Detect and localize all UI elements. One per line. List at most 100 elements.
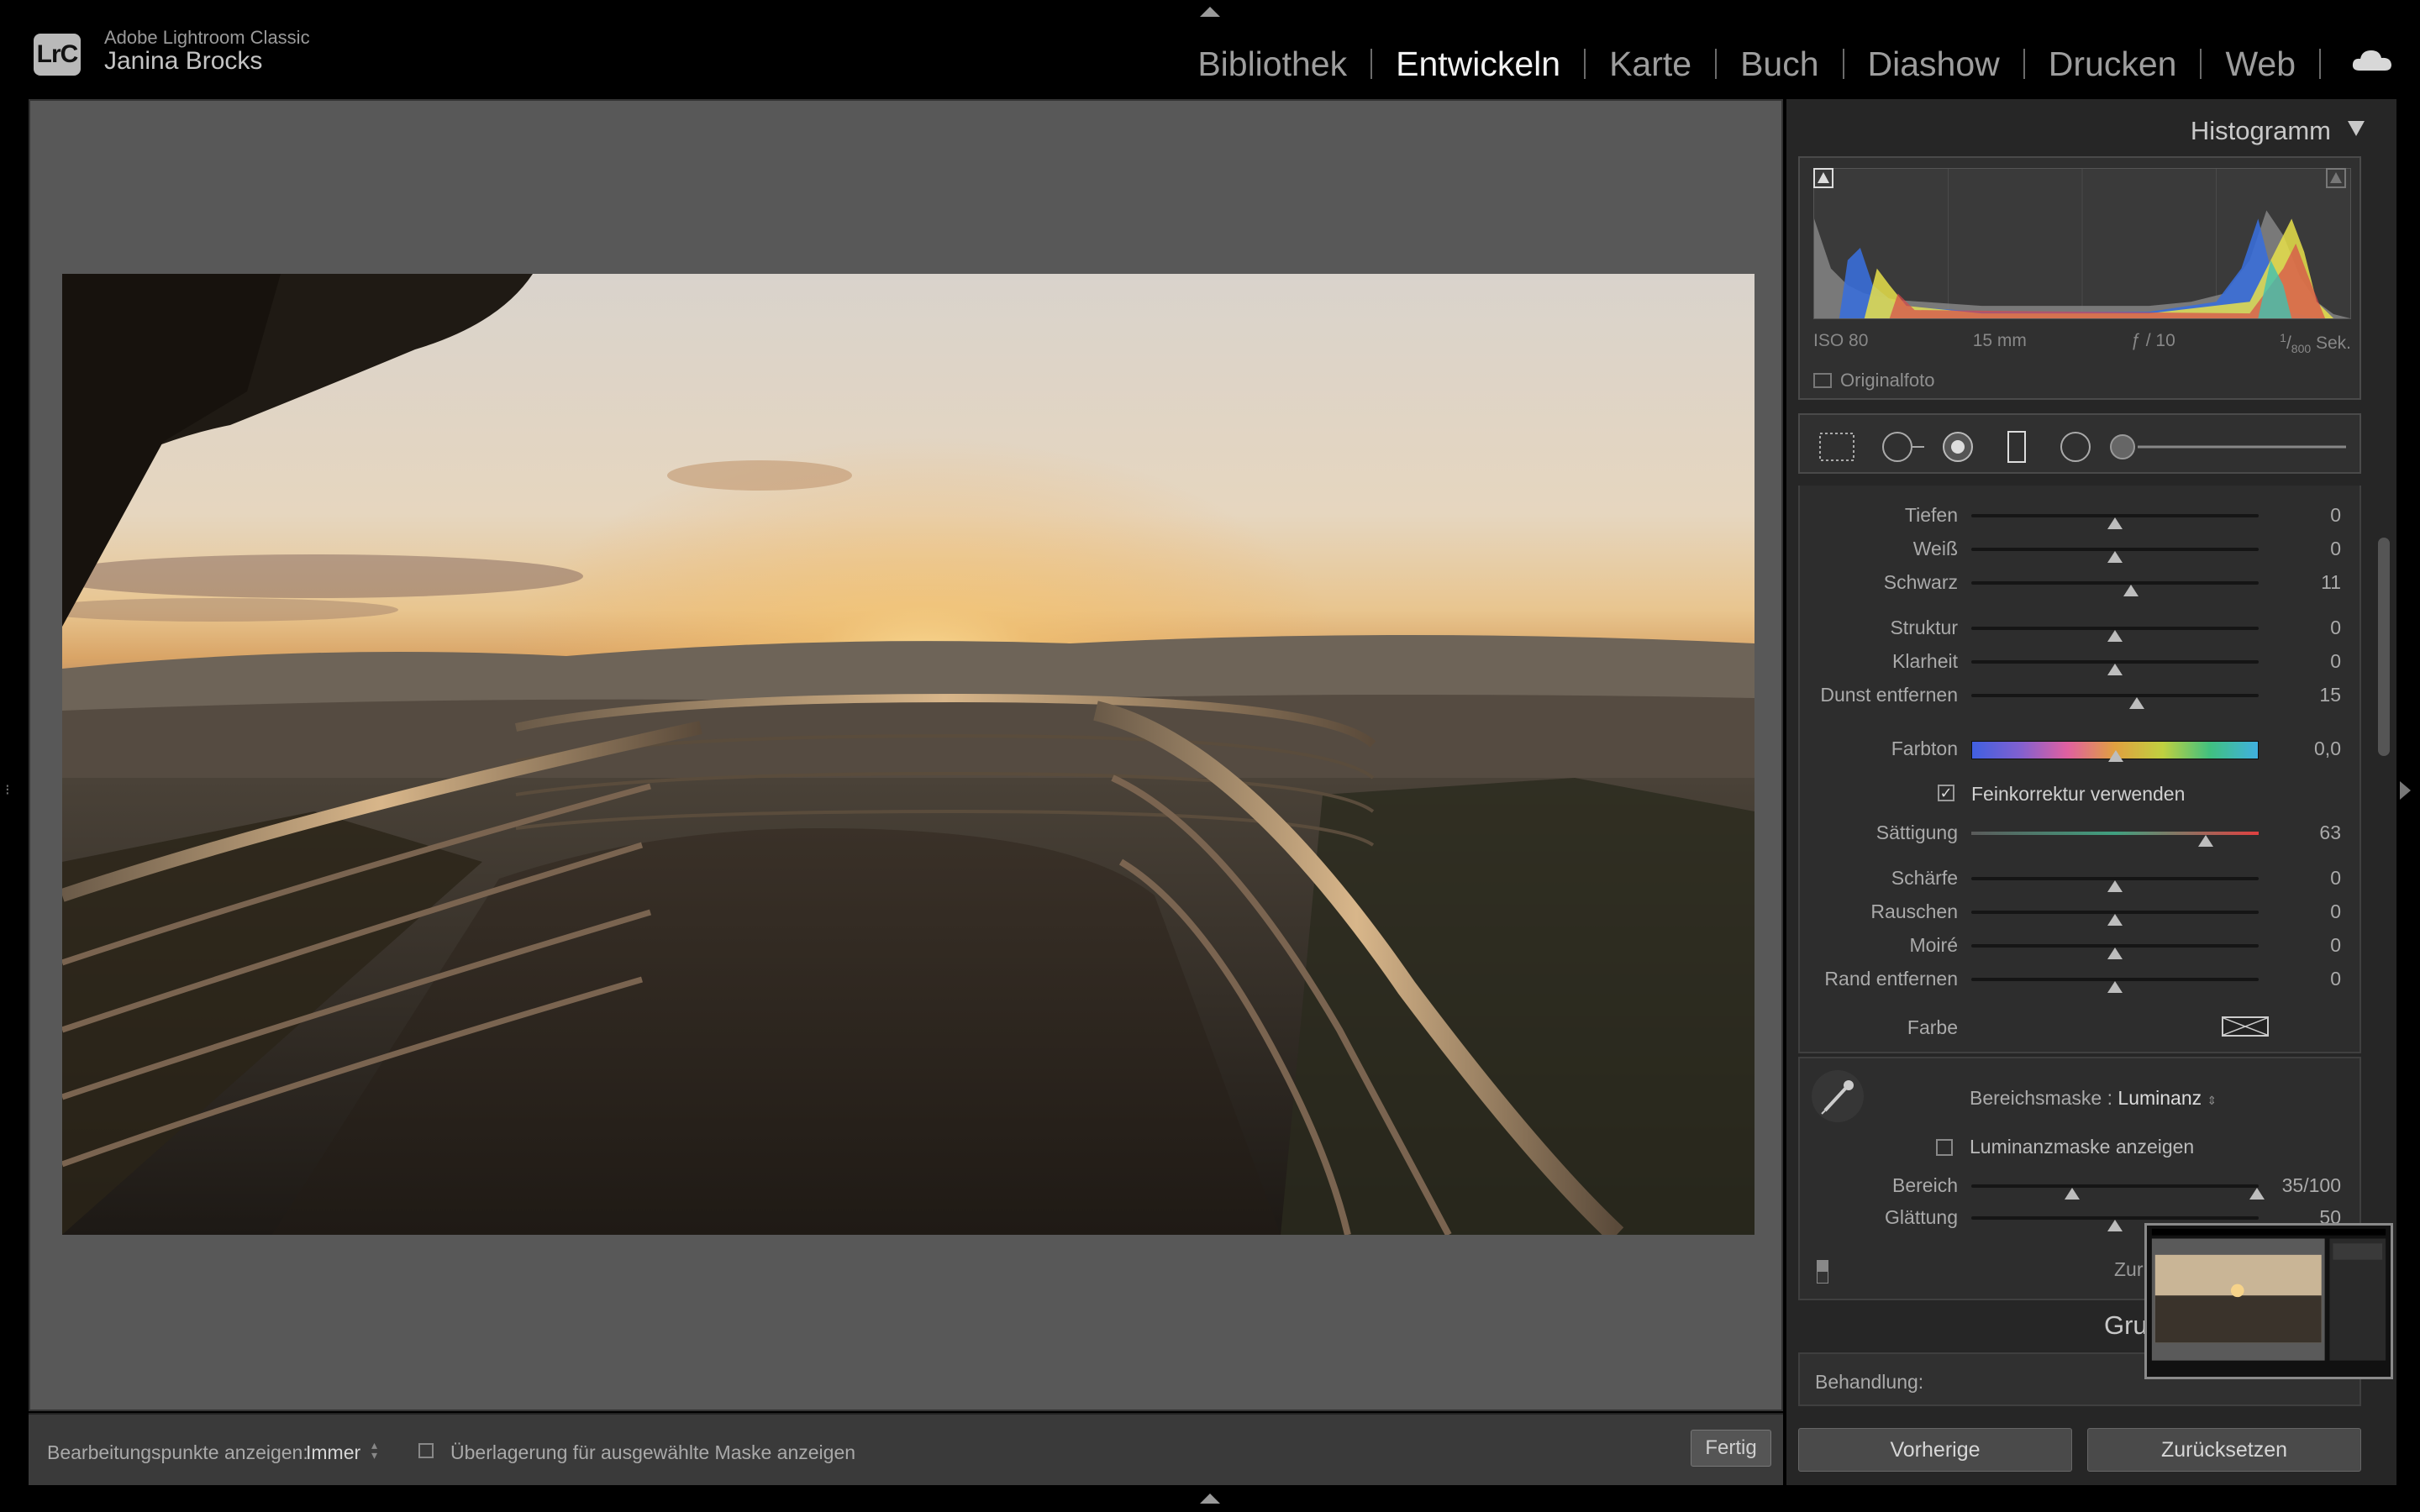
slider-track[interactable]	[1971, 660, 2259, 675]
slider-value[interactable]: 15	[2319, 684, 2341, 706]
panel-switch-icon[interactable]	[1817, 1260, 1828, 1284]
slider-track[interactable]	[1971, 1184, 2265, 1200]
slider-track[interactable]	[1971, 581, 2259, 596]
slider-track[interactable]	[1971, 911, 2259, 926]
histogram-graph[interactable]	[1813, 168, 2351, 319]
reset-mask-label[interactable]: Zur	[2114, 1258, 2144, 1281]
hue-track[interactable]	[1971, 741, 2259, 762]
iso-value: ISO 80	[1813, 331, 1869, 350]
slider-thumb[interactable]	[2107, 880, 2123, 892]
slider-value[interactable]: 0	[2330, 934, 2341, 957]
slider-thumb[interactable]	[2107, 664, 2123, 675]
screen-thumbnail[interactable]	[2144, 1223, 2393, 1379]
slider-value[interactable]: 11	[2321, 571, 2341, 594]
slider-track[interactable]	[1971, 627, 2259, 642]
slider-value[interactable]: 0	[2330, 617, 2341, 639]
slider-schaerfe[interactable]: Schärfe 0	[1800, 865, 2363, 894]
adjustment-brush-icon[interactable]	[2107, 430, 2351, 464]
slider-farbton[interactable]: Farbton 0,0	[1800, 736, 2363, 764]
module-bibliothek[interactable]: Bibliothek	[1174, 45, 1370, 84]
done-button[interactable]: Fertig	[1691, 1430, 1771, 1467]
slider-track[interactable]	[1971, 548, 2259, 563]
photo-preview[interactable]	[62, 274, 1754, 1235]
slider-tiefen[interactable]: Tiefen 0	[1800, 502, 2363, 531]
slider-struktur[interactable]: Struktur 0	[1800, 615, 2363, 643]
slider-value[interactable]: 0	[2330, 538, 2341, 560]
lightroom-window: LrC Adobe Lightroom Classic Janina Brock…	[0, 0, 2420, 1512]
cloud-icon[interactable]	[2351, 47, 2393, 72]
slider-thumb[interactable]	[2107, 517, 2123, 529]
slider-rand-entfernen[interactable]: Rand entfernen 0	[1800, 966, 2363, 995]
slider-thumb[interactable]	[2107, 981, 2123, 993]
histogram-header[interactable]: Histogramm	[1786, 101, 2365, 158]
module-buch[interactable]: Buch	[1717, 45, 1842, 84]
eyedropper-icon[interactable]	[1812, 1070, 1864, 1122]
slider-track[interactable]	[1971, 978, 2259, 993]
slider-thumb[interactable]	[2107, 630, 2123, 642]
collapse-bottom-panel-arrow[interactable]	[1200, 1494, 1220, 1504]
saturation-track[interactable]	[1971, 832, 2259, 847]
slider-moire[interactable]: Moiré 0	[1800, 932, 2363, 961]
slider-track[interactable]	[1971, 877, 2259, 892]
slider-value[interactable]: 0	[2330, 968, 2341, 990]
previous-button[interactable]: Vorherige	[1798, 1428, 2072, 1472]
module-web[interactable]: Web	[2202, 45, 2319, 84]
clip-shadows-toggle-icon[interactable]	[1813, 168, 1833, 188]
collapse-triangle-icon[interactable]	[2348, 121, 2365, 136]
red-eye-icon[interactable]	[1939, 430, 1976, 464]
slider-klarheit[interactable]: Klarheit 0	[1800, 648, 2363, 677]
slider-track[interactable]	[1971, 694, 2259, 709]
module-karte[interactable]: Karte	[1586, 45, 1715, 84]
module-diashow[interactable]: Diashow	[1844, 45, 2023, 84]
slider-thumb[interactable]	[2107, 914, 2123, 926]
select-arrows-icon[interactable]: ▴ ▾	[371, 1439, 377, 1461]
image-canvas[interactable]	[29, 99, 1783, 1411]
slider-value[interactable]: 0,0	[2314, 738, 2341, 760]
radial-filter-icon[interactable]	[2057, 430, 2094, 464]
slider-value[interactable]: 0	[2330, 900, 2341, 923]
slider-thumb[interactable]	[2108, 750, 2123, 762]
slider-track[interactable]	[1971, 514, 2259, 529]
slider-weiss[interactable]: Weiß 0	[1800, 536, 2363, 564]
slider-track[interactable]	[1971, 944, 2259, 959]
spot-removal-icon[interactable]	[1879, 430, 1929, 464]
fine-tune-checkbox[interactable]: ✓	[1938, 785, 1954, 801]
slider-value[interactable]: 0	[2330, 867, 2341, 890]
slider-value[interactable]: 63	[2319, 822, 2341, 844]
slider-thumb[interactable]	[2107, 948, 2123, 959]
collapse-top-panel-arrow[interactable]	[1200, 7, 1220, 17]
range-low-thumb[interactable]	[2064, 1188, 2080, 1200]
slider-saettigung[interactable]: Sättigung 63	[1800, 820, 2363, 848]
slider-value[interactable]: 0	[2330, 650, 2341, 673]
slider-thumb[interactable]	[2197, 835, 2213, 847]
show-luminance-mask-checkbox[interactable]	[1936, 1139, 1953, 1156]
slider-value[interactable]: 0	[2330, 504, 2341, 527]
color-swatch[interactable]	[2222, 1016, 2269, 1037]
right-panel-toggle-icon[interactable]	[2400, 781, 2411, 800]
original-photo-checkbox[interactable]	[1813, 373, 1832, 388]
range-mask-select[interactable]: Bereichsmaske : Luminanz ⇕	[1970, 1087, 2217, 1110]
slider-rauschen[interactable]: Rauschen 0	[1800, 899, 2363, 927]
slider-label: Schärfe	[1891, 867, 1958, 889]
slider-schwarz[interactable]: Schwarz 11	[1800, 570, 2363, 598]
module-drucken[interactable]: Drucken	[2025, 45, 2201, 84]
slider-value[interactable]: 35/100	[2282, 1174, 2341, 1197]
overlay-checkbox[interactable]	[418, 1443, 434, 1458]
left-panel-toggle-icon[interactable]: ⁝	[5, 781, 10, 799]
basic-panel-title: Gru	[2104, 1310, 2148, 1340]
right-panel-scrollbar[interactable]	[2378, 538, 2390, 756]
slider-dunst-entfernen[interactable]: Dunst entfernen 15	[1800, 682, 2363, 711]
slider-bereich[interactable]: Bereich 35/100	[1800, 1173, 2363, 1201]
module-entwickeln[interactable]: Entwickeln	[1372, 45, 1584, 84]
crop-overlay-icon[interactable]	[1817, 430, 1857, 464]
graduated-filter-icon[interactable]	[1998, 430, 2035, 464]
clip-highlights-toggle-icon[interactable]	[2326, 168, 2346, 188]
slider-thumb[interactable]	[2107, 1220, 2123, 1231]
slider-thumb[interactable]	[2128, 697, 2144, 709]
range-high-thumb[interactable]	[2249, 1188, 2265, 1200]
edit-points-select[interactable]: Immer	[306, 1441, 360, 1464]
slider-thumb[interactable]	[2107, 551, 2123, 563]
reset-button[interactable]: Zurücksetzen	[2087, 1428, 2361, 1472]
slider-thumb[interactable]	[2123, 585, 2139, 596]
slider-track[interactable]	[1971, 1216, 2259, 1231]
